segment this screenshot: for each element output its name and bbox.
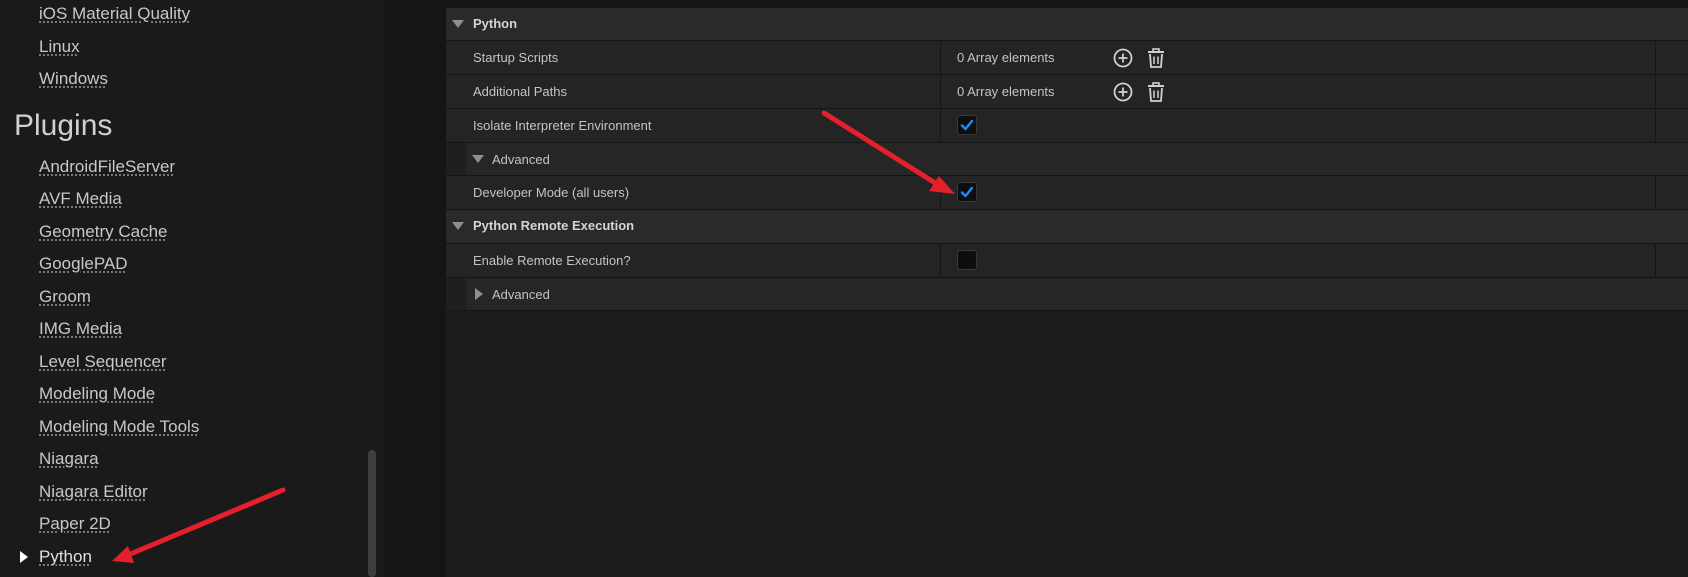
sidebar-item-paper-2d[interactable]: Paper 2D	[39, 514, 111, 534]
checkmark-icon	[960, 186, 974, 198]
plus-circle-icon[interactable]	[1112, 47, 1134, 69]
chevron-down-icon	[472, 155, 484, 163]
subcategory-advanced-remote[interactable]: Advanced	[446, 278, 1688, 311]
property-isolate-interpreter: Isolate Interpreter Environment	[446, 109, 1688, 143]
column-divider[interactable]	[940, 176, 941, 209]
chevron-down-icon	[452, 222, 464, 230]
column-divider[interactable]	[940, 109, 941, 142]
sidebar-item-groom[interactable]: Groom	[39, 287, 91, 307]
property-label: Additional Paths	[473, 84, 567, 99]
sidebar-item-avf-media[interactable]: AVF Media	[39, 189, 122, 209]
property-startup-scripts: Startup Scripts 0 Array elements	[446, 41, 1688, 75]
trash-icon[interactable]	[1145, 47, 1167, 69]
column-divider	[1655, 176, 1656, 209]
chevron-down-icon	[452, 20, 464, 28]
sidebar-item-geometry-cache[interactable]: Geometry Cache	[39, 222, 168, 242]
category-label: Python Remote Execution	[473, 218, 635, 233]
sidebar-item-niagara[interactable]: Niagara	[39, 449, 99, 469]
sidebar-item-modeling-mode-tools[interactable]: Modeling Mode Tools	[39, 417, 199, 437]
trash-icon[interactable]	[1145, 81, 1167, 103]
property-label: Startup Scripts	[473, 50, 559, 65]
property-label: Isolate Interpreter Environment	[473, 118, 652, 133]
chevron-right-icon	[475, 288, 483, 300]
enable-remote-execution-checkbox[interactable]	[957, 250, 977, 270]
sidebar-item-img-media[interactable]: IMG Media	[39, 319, 122, 339]
plus-circle-icon[interactable]	[1112, 81, 1134, 103]
category-python[interactable]: Python	[446, 8, 1688, 41]
property-label: Enable Remote Execution?	[473, 253, 631, 268]
category-label: Python	[473, 16, 518, 31]
section-heading-plugins: Plugins	[14, 109, 113, 142]
sidebar-scrollbar[interactable]	[368, 450, 376, 577]
subcategory-advanced[interactable]: Advanced	[446, 143, 1688, 176]
category-python-remote-execution[interactable]: Python Remote Execution	[446, 210, 1688, 244]
details-panel: Python Startup Scripts 0 Array elements …	[446, 8, 1688, 577]
column-divider	[1655, 41, 1656, 74]
indent-gutter	[446, 143, 466, 175]
property-developer-mode: Developer Mode (all users)	[446, 176, 1688, 210]
isolate-interpreter-checkbox[interactable]	[957, 115, 977, 135]
column-divider	[1655, 109, 1656, 142]
selected-item-arrow-icon	[20, 551, 28, 563]
settings-sidebar: iOS Material Quality Linux Windows Plugi…	[0, 0, 414, 577]
sidebar-item-modeling-mode[interactable]: Modeling Mode	[39, 384, 155, 404]
sidebar-item-ios-material-quality[interactable]: iOS Material Quality	[39, 4, 190, 24]
column-divider[interactable]	[940, 41, 941, 74]
array-count: 0 Array elements	[957, 84, 1055, 99]
column-divider[interactable]	[940, 244, 941, 277]
property-label: Developer Mode (all users)	[473, 185, 630, 200]
sidebar-item-linux[interactable]: Linux	[39, 37, 80, 57]
sidebar-item-windows[interactable]: Windows	[39, 69, 108, 89]
subcategory-label: Advanced	[492, 152, 550, 167]
checkmark-icon	[960, 119, 974, 131]
column-divider[interactable]	[940, 75, 941, 108]
subcategory-label: Advanced	[492, 287, 550, 302]
column-divider	[1655, 244, 1656, 277]
property-additional-paths: Additional Paths 0 Array elements	[446, 75, 1688, 109]
sidebar-gutter	[384, 0, 414, 577]
developer-mode-checkbox[interactable]	[957, 182, 977, 202]
sidebar-item-androidfileserver[interactable]: AndroidFileServer	[39, 157, 175, 177]
sidebar-item-level-sequencer[interactable]: Level Sequencer	[39, 352, 167, 372]
property-enable-remote-execution: Enable Remote Execution?	[446, 244, 1688, 278]
sidebar-item-python[interactable]: Python	[39, 547, 92, 567]
column-divider	[1655, 75, 1656, 108]
indent-gutter	[446, 278, 466, 310]
sidebar-item-googlepad[interactable]: GooglePAD	[39, 254, 128, 274]
sidebar-item-niagara-editor[interactable]: Niagara Editor	[39, 482, 148, 502]
array-count: 0 Array elements	[957, 50, 1055, 65]
